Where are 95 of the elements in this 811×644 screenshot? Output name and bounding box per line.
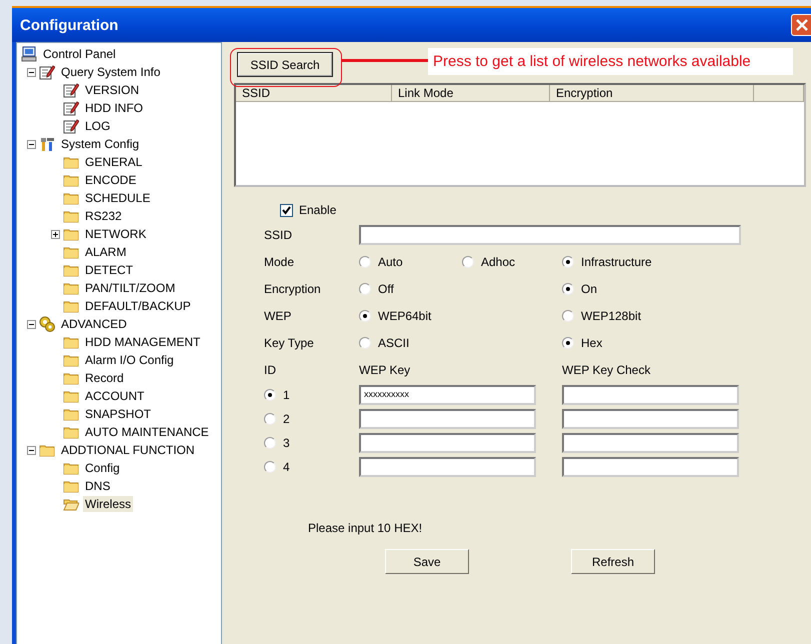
tree-item[interactable]: DNS <box>83 478 112 494</box>
radio-button[interactable] <box>562 282 574 294</box>
tree-item[interactable]: System Config <box>59 136 142 152</box>
field-label: WEP <box>264 308 292 322</box>
tree-item[interactable]: Record <box>83 370 126 386</box>
column-label: WEP Key <box>359 362 410 376</box>
tree-item[interactable]: ENCODE <box>83 172 138 188</box>
tree-item[interactable]: Control Panel <box>41 46 118 62</box>
radio-button[interactable] <box>359 310 371 322</box>
checkbox[interactable] <box>280 204 293 216</box>
radio-button[interactable] <box>264 413 276 425</box>
radio-button[interactable] <box>264 461 276 473</box>
wep-key-field[interactable] <box>359 433 536 453</box>
expand-icon[interactable] <box>51 230 60 238</box>
wep-key-field[interactable]: xxxxxxxxxx <box>359 385 536 405</box>
notepad-pencil-icon <box>63 118 79 134</box>
radio-label: WEP128bit <box>581 308 642 322</box>
column-label: ID <box>264 362 276 376</box>
tree-item[interactable]: Config <box>83 460 122 476</box>
radio-label: Hex <box>581 336 602 350</box>
radio-label: WEP64bit <box>378 308 432 322</box>
radio-button[interactable] <box>359 256 371 268</box>
tree-item[interactable]: Alarm I/O Config <box>83 352 176 368</box>
collapse-icon[interactable] <box>27 446 36 454</box>
radio-button[interactable] <box>462 256 474 268</box>
computer-icon <box>21 46 37 62</box>
collapse-icon[interactable] <box>27 320 36 328</box>
ssid-search-button[interactable]: SSID Search <box>237 52 333 77</box>
column-header[interactable]: Link Mode <box>392 85 550 102</box>
column-header <box>754 85 804 102</box>
field-label: Key Type <box>264 336 314 350</box>
column-label: WEP Key Check <box>562 362 650 376</box>
checkbox-label: Enable <box>299 203 336 217</box>
tree-item[interactable]: GENERAL <box>83 154 144 170</box>
radio-label: 3 <box>283 436 290 450</box>
tree-item[interactable]: PAN/TILT/ZOOM <box>83 280 178 296</box>
wep-key-field[interactable] <box>359 409 536 429</box>
ssid-field[interactable] <box>359 224 741 244</box>
collapse-icon[interactable] <box>27 68 36 76</box>
close-button[interactable] <box>791 14 811 36</box>
radio-label: Adhoc <box>481 254 516 268</box>
window-title: Configuration <box>20 16 118 34</box>
notepad-pencil-icon <box>63 82 79 98</box>
field-label: SSID <box>264 228 292 242</box>
collapse-icon[interactable] <box>27 140 36 148</box>
column-header[interactable]: SSID <box>236 85 392 102</box>
tree-item[interactable]: Wireless <box>83 496 134 512</box>
hint-message: Please input 10 HEX! <box>308 521 424 535</box>
tree-item[interactable]: VERSION <box>83 82 142 98</box>
tree-item[interactable]: LOG <box>83 118 112 134</box>
tree-item[interactable]: SNAPSHOT <box>83 406 154 422</box>
radio-button[interactable] <box>562 310 574 322</box>
dialog-button[interactable]: Refresh <box>571 549 655 574</box>
tree-item[interactable]: SCHEDULE <box>83 190 152 206</box>
radio-label: On <box>581 282 598 296</box>
radio-button[interactable] <box>562 336 574 348</box>
tree-item[interactable]: ALARM <box>83 244 128 260</box>
tree-item[interactable]: RS232 <box>83 208 124 224</box>
tools-icon <box>39 136 55 152</box>
field-label: Encryption <box>264 282 321 296</box>
tree-item[interactable]: ACCOUNT <box>83 388 146 404</box>
radio-label: 4 <box>283 460 290 474</box>
tree-item[interactable]: HDD MANAGEMENT <box>83 334 202 350</box>
column-header[interactable]: Encryption <box>550 85 754 102</box>
radio-label: Infrastructure <box>581 254 652 268</box>
tree-item[interactable]: HDD INFO <box>83 100 145 116</box>
tree-item[interactable]: ADDTIONAL FUNCTION <box>59 442 197 458</box>
tree-item[interactable]: Query System Info <box>59 64 162 80</box>
radio-button[interactable] <box>359 336 371 348</box>
wep-key-check-field[interactable] <box>562 457 739 477</box>
radio-label: 2 <box>283 412 290 426</box>
tree-item[interactable]: DEFAULT/BACKUP <box>83 298 193 314</box>
wep-key-check-field[interactable] <box>562 433 739 453</box>
wep-key-check-field[interactable] <box>562 409 739 429</box>
annotation-text: Press to get a list of wireless networks available <box>428 48 793 75</box>
radio-label: 1 <box>283 388 290 402</box>
field-label: Mode <box>264 254 294 268</box>
notepad-pencil-icon <box>39 64 55 80</box>
radio-button[interactable] <box>264 437 276 449</box>
radio-label: Off <box>378 282 394 296</box>
close-icon[interactable] <box>795 18 809 32</box>
radio-button[interactable] <box>562 256 574 268</box>
tree-item[interactable]: ADVANCED <box>59 316 129 332</box>
radio-label: Auto <box>378 254 403 268</box>
dialog-button[interactable]: Save <box>385 549 469 574</box>
radio-button[interactable] <box>264 389 276 401</box>
wep-key-field[interactable] <box>359 457 536 477</box>
wep-key-check-field[interactable] <box>562 385 739 405</box>
tree-item[interactable]: AUTO MAINTENANCE <box>83 424 211 440</box>
gears-icon <box>39 316 55 332</box>
tree-item[interactable]: NETWORK <box>83 226 148 242</box>
tree-item[interactable]: DETECT <box>83 262 135 278</box>
radio-button[interactable] <box>359 282 371 294</box>
radio-label: ASCII <box>378 336 410 350</box>
notepad-pencil-icon <box>63 100 79 116</box>
